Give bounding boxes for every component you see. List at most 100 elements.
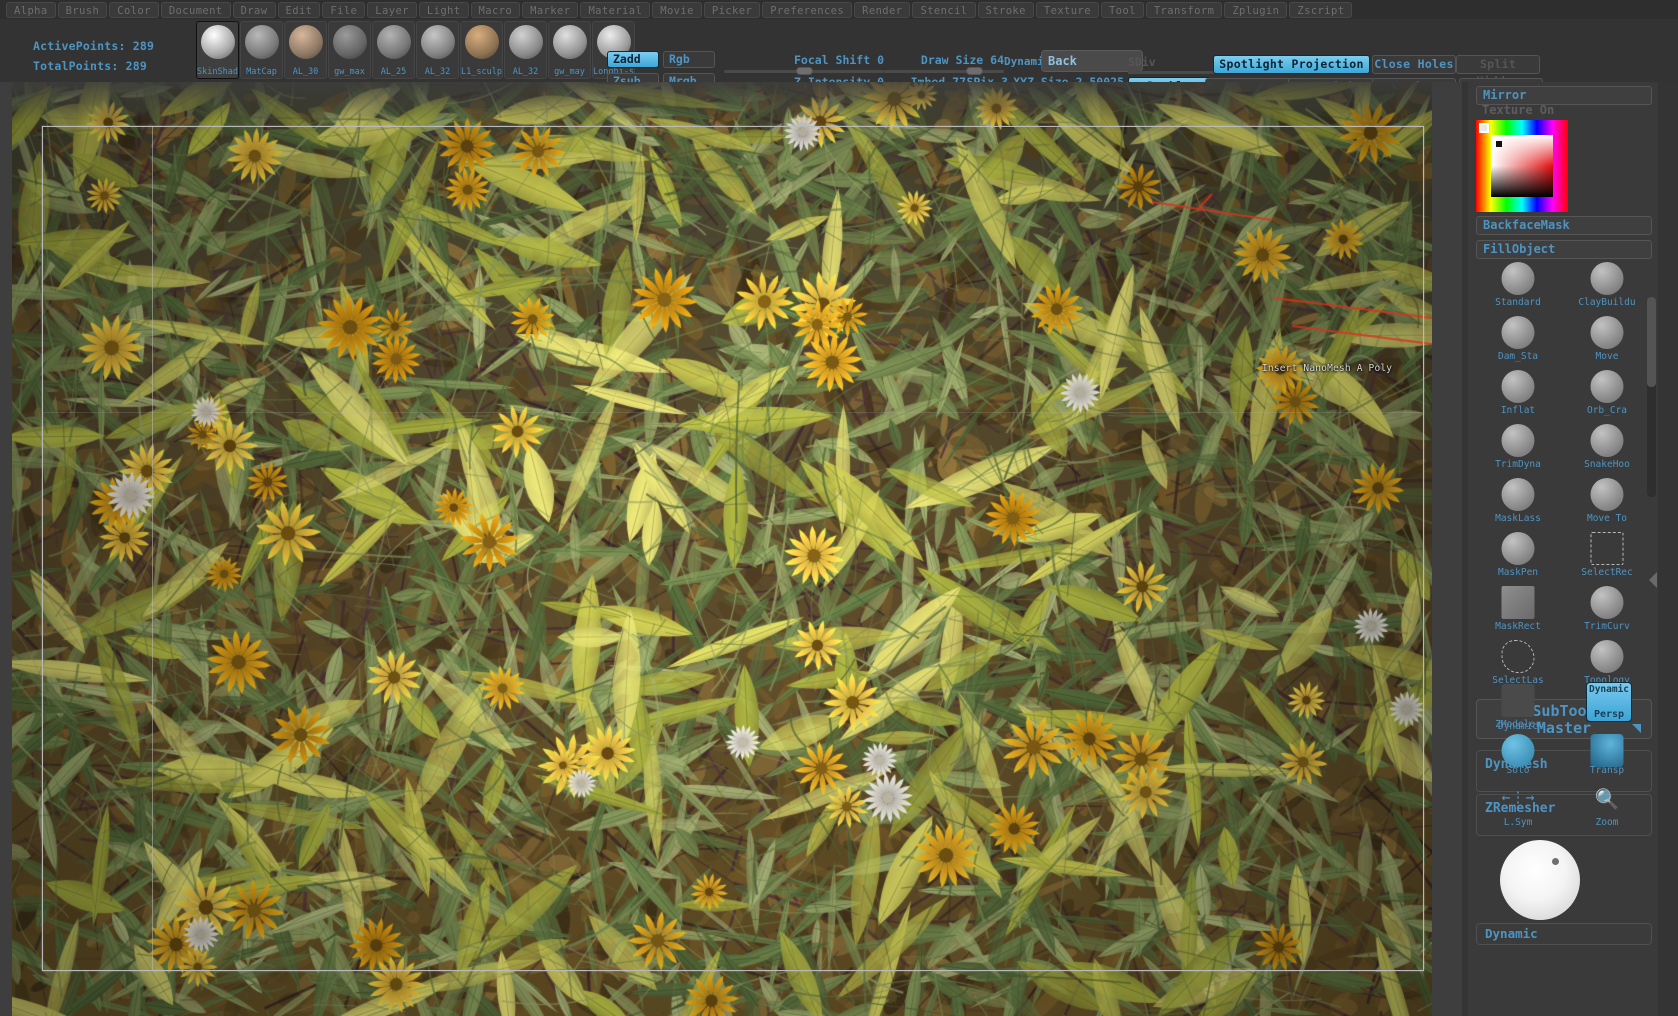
menu-item-edit[interactable]: Edit (278, 2, 321, 18)
menu-item-brush[interactable]: Brush (58, 2, 108, 18)
guide-line-vertical (152, 126, 153, 971)
zoom-toggle[interactable]: 🔍Zoom (1564, 782, 1650, 826)
brush-label: MaskLass (1475, 513, 1561, 524)
brush-inflat[interactable]: Inflat (1475, 370, 1561, 414)
sdiv-slider-track[interactable] (1128, 71, 1214, 74)
brush-dam-sta[interactable]: Dam_Sta (1475, 316, 1561, 360)
menu-item-layer[interactable]: Layer (367, 2, 417, 18)
material-swatch-3[interactable]: gw_max (328, 21, 371, 79)
texture-on-button[interactable]: Texture On (1476, 102, 1652, 121)
brush-claybuildu[interactable]: ClayBuildu (1564, 262, 1650, 306)
brush-standard[interactable]: Standard (1475, 262, 1561, 306)
material-label: SkinShade (197, 67, 238, 77)
sidebar-scrollbar[interactable] (1647, 297, 1656, 497)
material-label: AL_32 (505, 67, 546, 77)
brush-selectlas[interactable]: SelectLas (1475, 640, 1561, 684)
material-swatch-4[interactable]: AL_25 (372, 21, 415, 79)
material-swatch-6[interactable]: L1_sculp (460, 21, 503, 79)
selectlasso-icon (1502, 640, 1535, 673)
brush-move[interactable]: Move (1564, 316, 1650, 360)
sculpt-viewport[interactable] (12, 82, 1432, 1016)
menu-item-texture[interactable]: Texture (1036, 2, 1099, 18)
menu-item-zscript[interactable]: Zscript (1289, 2, 1352, 18)
transparency-toggle[interactable]: Transp (1564, 730, 1650, 774)
material-swatch-9[interactable]: Longhi-sc (592, 21, 635, 79)
document-canvas[interactable]: Insert NanoMesh A Poly (0, 82, 1462, 1016)
canvas-tooltip: Insert NanoMesh A Poly (1262, 363, 1392, 374)
color-picker[interactable] (1476, 120, 1568, 212)
close-holes-button[interactable]: Close Holes (1372, 55, 1456, 74)
menu-item-transform[interactable]: Transform (1146, 2, 1223, 18)
color-picker-dot[interactable] (1496, 141, 1502, 147)
menu-item-marker[interactable]: Marker (522, 2, 578, 18)
brush-masklass[interactable]: MaskLass (1475, 478, 1561, 522)
brush-snakehoo[interactable]: SnakeHoo (1564, 424, 1650, 468)
claybuildup-brush-icon (1591, 262, 1624, 295)
rgb-button[interactable]: Rgb (663, 51, 715, 68)
brush-label: Dam_Sta (1475, 351, 1561, 362)
brush-move-to[interactable]: Move To (1564, 478, 1650, 522)
brush-label: MaskRect (1475, 621, 1561, 632)
menu-item-document[interactable]: Document (161, 2, 231, 18)
inflate-brush-icon (1502, 370, 1535, 403)
brush-selectrec[interactable]: SelectRec (1564, 532, 1650, 576)
trimcurve-icon (1591, 586, 1624, 619)
slider-knob[interactable] (966, 67, 983, 75)
brush-trimcurv[interactable]: TrimCurv (1564, 586, 1650, 630)
material-swatch-1[interactable]: MatCap (240, 21, 283, 79)
split-hidden-button[interactable]: Split Hidden (1456, 55, 1540, 74)
material-swatch-2[interactable]: AL_30 (284, 21, 327, 79)
slider-draw-size[interactable]: Draw Size 64 (884, 55, 1004, 73)
menu-item-stroke[interactable]: Stroke (978, 2, 1034, 18)
brush-trimdyna[interactable]: TrimDyna (1475, 424, 1561, 468)
slider-track[interactable] (884, 70, 1004, 73)
menu-item-light[interactable]: Light (419, 2, 469, 18)
brush-maskrect[interactable]: MaskRect (1475, 586, 1561, 630)
lsym-label: L.Sym (1475, 817, 1561, 828)
menu-item-preferences[interactable]: Preferences (762, 2, 852, 18)
material-swatch-7[interactable]: AL_32 (504, 21, 547, 79)
menu-item-picker[interactable]: Picker (704, 2, 760, 18)
menu-item-render[interactable]: Render (854, 2, 910, 18)
masklasso-icon (1502, 478, 1535, 511)
material-swatch-8[interactable]: gw_may (548, 21, 591, 79)
menu-item-file[interactable]: File (322, 2, 365, 18)
menu-item-tool[interactable]: Tool (1101, 2, 1144, 18)
sidebar-collapse-arrow-icon[interactable] (1649, 572, 1657, 588)
backface-mask-button[interactable]: BackfaceMask (1476, 216, 1652, 235)
spotlight-projection-button[interactable]: Spotlight Projection (1213, 55, 1370, 74)
menu-item-stencil[interactable]: Stencil (912, 2, 975, 18)
brush-maskpen[interactable]: MaskPen (1475, 532, 1561, 576)
menu-item-color[interactable]: Color (109, 2, 159, 18)
material-preview-sphere[interactable] (1500, 840, 1580, 920)
brush-topology[interactable]: Topology (1564, 640, 1650, 684)
material-label: MatCap (241, 67, 282, 77)
local-symmetry-toggle[interactable]: ←⋮→L.Sym (1475, 782, 1561, 826)
damstandard-brush-icon (1502, 316, 1535, 349)
fill-object-button[interactable]: FillObject (1476, 240, 1652, 259)
solo-label: Solo (1475, 765, 1561, 776)
material-sphere-icon (245, 25, 279, 59)
menu-item-zplugin[interactable]: Zplugin (1224, 2, 1287, 18)
slider-knob[interactable] (796, 67, 813, 75)
menu-item-movie[interactable]: Movie (652, 2, 702, 18)
material-swatch-0[interactable]: SkinShade (196, 21, 239, 79)
material-label: AL_30 (285, 67, 326, 77)
material-swatch-5[interactable]: AL_32 (416, 21, 459, 79)
brush-orb-cra[interactable]: Orb_Cra (1564, 370, 1650, 414)
color-picker-marker[interactable] (1479, 123, 1489, 133)
menu-item-draw[interactable]: Draw (233, 2, 276, 18)
zadd-button[interactable]: Zadd (607, 51, 659, 68)
menu-item-alpha[interactable]: Alpha (6, 2, 56, 18)
brush-label: SnakeHoo (1564, 459, 1650, 470)
brush-label: Move (1564, 351, 1650, 362)
slider-focal-shift-label: Focal Shift 0 (794, 53, 884, 67)
dynamic-toggle-button[interactable]: Dynamic (1476, 923, 1652, 945)
total-points-readout: TotalPoints: 289 (33, 59, 147, 73)
sidebar-scrollbar-thumb[interactable] (1647, 297, 1656, 387)
slider-focal-shift[interactable]: Focal Shift 0 (724, 55, 884, 73)
menu-item-macro[interactable]: Macro (471, 2, 521, 18)
menu-item-material[interactable]: Material (580, 2, 650, 18)
solo-toggle[interactable]: DynamicSolo (1475, 730, 1561, 774)
perspective-toggle[interactable]: DynamicPersp (1586, 682, 1632, 722)
